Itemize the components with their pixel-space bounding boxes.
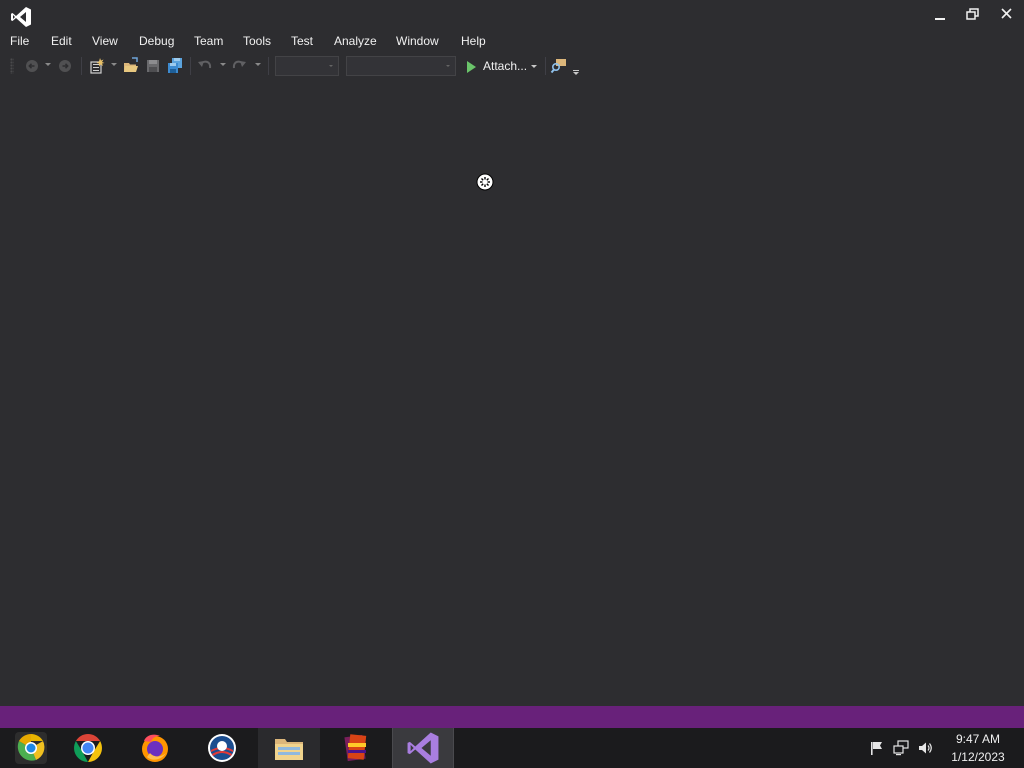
close-icon[interactable] [992,4,1022,26]
visual-studio-taskbar-button[interactable] [392,728,454,768]
status-bar [0,706,1024,728]
menu-window[interactable]: Window [395,31,440,51]
save-all-icon[interactable] [166,57,184,75]
solution-platforms-combo[interactable] [346,56,456,76]
back-icon[interactable] [24,57,40,75]
title-bar[interactable] [0,0,1024,32]
toolbar-separator [268,57,269,75]
restore-icon[interactable] [958,4,988,26]
winrar-icon[interactable] [325,728,387,768]
standard-toolbar: Attach... [0,54,1024,78]
windows-taskbar [0,728,1024,768]
find-in-files-icon[interactable] [550,57,568,75]
toolbar-grip[interactable] [10,58,14,74]
toolbar-overflow-icon[interactable] [572,57,580,75]
new-project-dropdown-icon[interactable] [111,63,117,66]
solution-configurations-combo[interactable] [275,56,339,76]
toolbar-separator [190,57,191,75]
minimize-icon[interactable] [925,4,955,26]
busy-cursor-icon [476,173,494,191]
menu-team[interactable]: Team [193,31,224,51]
menu-bar: File Edit View Debug Team Tools Test Ana… [0,31,1024,51]
network-icon[interactable] [893,740,909,756]
open-file-icon[interactable] [122,57,140,75]
save-icon[interactable] [144,57,162,75]
attach-button[interactable]: Attach... [462,56,542,76]
attach-label: Attach... [483,59,528,73]
new-project-icon[interactable] [88,57,106,75]
visual-studio-window: File Edit View Debug Team Tools Test Ana… [0,0,1024,768]
chevron-down-icon [329,65,333,67]
undo-icon[interactable] [196,57,214,75]
action-center-flag-icon[interactable] [869,740,885,756]
chrome-canary-icon[interactable] [0,728,62,768]
obama-campaign-icon[interactable] [191,728,253,768]
forward-icon[interactable] [57,57,73,75]
chevron-down-icon [446,65,450,67]
menu-file[interactable]: File [9,31,30,51]
menu-edit[interactable]: Edit [50,31,73,51]
firefox-icon[interactable] [124,728,186,768]
redo-icon[interactable] [230,57,248,75]
back-dropdown-icon[interactable] [45,63,51,66]
toolbar-separator [81,57,82,75]
attach-dropdown-icon[interactable] [531,65,537,68]
clock-time[interactable]: 9:47 AM [938,732,1018,746]
menu-debug[interactable]: Debug [138,31,175,51]
menu-view[interactable]: View [91,31,119,51]
visual-studio-icon[interactable] [10,6,32,28]
redo-dropdown-icon[interactable] [255,63,261,66]
volume-icon[interactable] [917,740,933,756]
file-explorer-icon[interactable] [258,728,320,768]
menu-help[interactable]: Help [460,31,487,51]
chrome-icon[interactable] [57,728,119,768]
play-icon [467,61,476,73]
menu-test[interactable]: Test [290,31,314,51]
clock-date[interactable]: 1/12/2023 [938,750,1018,764]
menu-analyze[interactable]: Analyze [333,31,378,51]
toolbar-separator [545,57,546,75]
menu-tools[interactable]: Tools [242,31,272,51]
undo-dropdown-icon[interactable] [220,63,226,66]
